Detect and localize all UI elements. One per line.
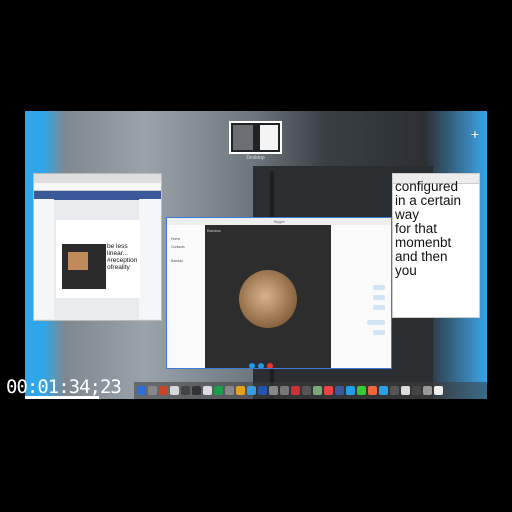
post-photo-detail [68, 252, 88, 270]
dock-app-icon[interactable] [379, 386, 388, 395]
dock-app-icon[interactable] [434, 386, 443, 395]
notes-line: and then [395, 249, 448, 264]
browser-urlbar[interactable] [34, 183, 161, 191]
dock-app-icon[interactable] [181, 386, 190, 395]
dock-app-icon[interactable] [401, 386, 410, 395]
dock-app-icon[interactable] [390, 386, 399, 395]
dock-app-icon[interactable] [412, 386, 421, 395]
dock-app-icon[interactable] [148, 386, 157, 395]
space-thumb-left [233, 125, 253, 150]
desktop-space-label: Desktop [246, 155, 265, 161]
dock-app-icon[interactable] [269, 386, 278, 395]
sidebar-item-contact[interactable]: Bandau [171, 259, 183, 263]
chat-bubble [373, 295, 385, 300]
dock-app-icon[interactable] [313, 386, 322, 395]
dock-app-icon[interactable] [225, 386, 234, 395]
facebook-browser-window[interactable]: be less linear... #reception ofreality [33, 173, 162, 321]
facebook-right-column [139, 199, 161, 319]
dock-app-icon[interactable] [203, 386, 212, 395]
facebook-left-column [34, 199, 54, 319]
post-text-card: be less linear... #reception ofreality [106, 242, 138, 290]
notes-window[interactable]: configured in a certain way for that mom… [392, 173, 480, 318]
notes-text[interactable]: configured in a certain way for that mom… [393, 180, 479, 278]
screen-recording: Desktop + be less linear... #reception o… [25, 111, 487, 399]
notes-line: for that [395, 221, 438, 236]
browser-tabbar [34, 174, 161, 183]
dock-app-icon[interactable] [137, 386, 146, 395]
dock-app-icon[interactable] [236, 386, 245, 395]
dock-app-icon[interactable] [170, 386, 179, 395]
dock-app-icon[interactable] [214, 386, 223, 395]
notes-line: you [395, 263, 417, 278]
contact-avatar [239, 270, 297, 328]
notes-line: momenbt [395, 235, 452, 250]
skype-title: Skype [273, 219, 285, 224]
dock-app-icon[interactable] [357, 386, 366, 395]
dock-app-icon[interactable] [258, 386, 267, 395]
dock-app-icon[interactable] [192, 386, 201, 395]
chat-bubble [373, 285, 385, 290]
notes-line: in a certain [395, 193, 462, 208]
mic-button[interactable] [249, 363, 255, 368]
skype-chat-panel [331, 225, 391, 368]
dock [134, 382, 487, 399]
dock-app-icon[interactable] [159, 386, 168, 395]
notes-line: configured [395, 179, 459, 194]
end-call-button[interactable] [267, 363, 273, 368]
dock-app-icon[interactable] [335, 386, 344, 395]
desktop-space-thumbnail[interactable] [229, 121, 282, 154]
skype-window[interactable]: Skype Home Contacts Bandau Bandau [166, 217, 392, 369]
chat-bubble [373, 305, 385, 310]
dock-app-icon[interactable] [423, 386, 432, 395]
chat-bubble [373, 330, 385, 335]
notes-line: way [395, 207, 420, 222]
call-controls [249, 356, 289, 368]
skype-sidebar: Home Contacts Bandau [167, 225, 205, 368]
dock-app-icon[interactable] [302, 386, 311, 395]
space-thumb-right [260, 125, 278, 150]
video-timecode: 00:01:34;23 [6, 376, 122, 398]
sidebar-item-home[interactable]: Home [171, 237, 180, 241]
dock-app-icon[interactable] [247, 386, 256, 395]
dock-app-icon[interactable] [346, 386, 355, 395]
video-progress-bar[interactable] [25, 396, 99, 399]
dock-app-icon[interactable] [280, 386, 289, 395]
chat-bubble [367, 320, 385, 325]
video-button[interactable] [258, 363, 264, 368]
dock-app-icon[interactable] [368, 386, 377, 395]
call-contact-name: Bandau [207, 228, 221, 233]
dock-app-icon[interactable] [324, 386, 333, 395]
add-space-button[interactable]: + [471, 127, 479, 141]
dock-app-icon[interactable] [291, 386, 300, 395]
sidebar-item-contacts[interactable]: Contacts [171, 245, 185, 249]
